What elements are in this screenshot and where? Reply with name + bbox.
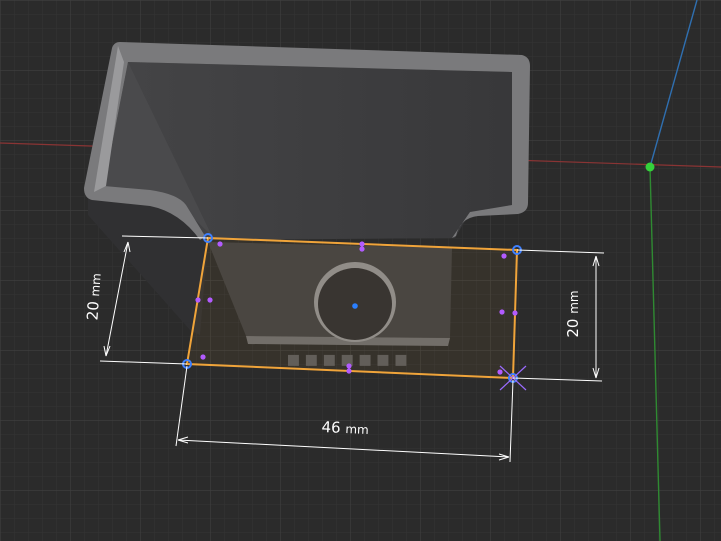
midpoint-top-inner[interactable] [359, 246, 365, 252]
midpoint-right[interactable] [512, 310, 518, 316]
constraint-point-bottom-left[interactable] [200, 354, 206, 360]
midpoint-top[interactable] [359, 241, 365, 247]
midpoint-left-inner[interactable] [207, 297, 213, 303]
hole-center-point[interactable] [352, 303, 358, 309]
midpoint-bottom[interactable] [346, 368, 352, 374]
midpoint-right-inner[interactable] [499, 309, 505, 315]
3d-viewport[interactable]: ▪▪▪▪▪▪▪ [0, 0, 721, 541]
constraint-point-top-left[interactable] [217, 241, 223, 247]
midpoint-left[interactable] [195, 297, 201, 303]
sketch-profile[interactable] [182, 233, 527, 391]
origin-marker[interactable] [645, 162, 655, 172]
sketch-rectangle[interactable] [185, 236, 519, 380]
midpoint-bottom-inner[interactable] [346, 363, 352, 369]
constraint-point-bottom-right[interactable] [497, 369, 503, 375]
dimension-right-label[interactable]: 20 mm [564, 290, 582, 337]
constraint-point-top-right[interactable] [501, 253, 507, 259]
